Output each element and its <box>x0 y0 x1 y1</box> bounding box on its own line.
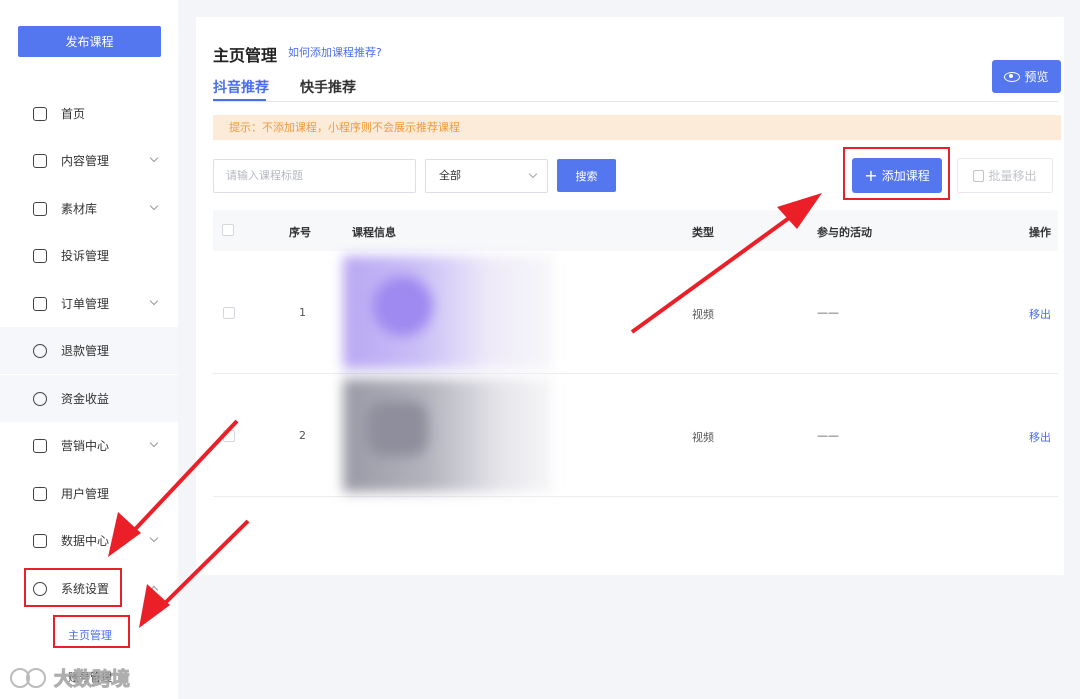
sidebar-item-label: 首页 <box>61 107 86 121</box>
chevron-down-icon <box>149 296 159 306</box>
chevron-down-icon <box>149 438 159 448</box>
marketing-icon <box>33 438 47 453</box>
search-button[interactable]: 搜索 <box>557 159 616 192</box>
column-header: 课程信息 <box>352 226 396 239</box>
sidebar-item-marketing[interactable]: 营销中心 <box>0 422 178 469</box>
batch-remove-button[interactable]: 批量移出 <box>957 158 1053 193</box>
table-row: 2 视频 —— 移出 <box>213 374 1058 497</box>
sidebar-item-complaints[interactable]: 投诉管理 <box>0 232 178 279</box>
sidebar-item-refunds[interactable]: 退款管理 <box>0 327 178 374</box>
money-bag-icon <box>33 391 47 406</box>
help-link[interactable]: 如何添加课程推荐? <box>288 44 382 60</box>
publish-course-button[interactable]: 发布课程 <box>18 26 161 57</box>
row-checkbox[interactable] <box>223 307 235 319</box>
batch-icon <box>973 169 985 182</box>
annotation-box-add-course <box>843 147 950 200</box>
eye-icon <box>1004 71 1021 82</box>
page-title: 主页管理 <box>213 46 278 65</box>
refund-icon <box>33 343 47 358</box>
watermark-text: 大数跨境 <box>53 668 131 691</box>
course-thumbnail <box>343 379 553 492</box>
watermark: 大数跨境 <box>8 664 131 691</box>
sidebar-item-label: 资金收益 <box>61 392 110 406</box>
annotation-box-settings <box>24 568 122 607</box>
row-index: 1 <box>299 306 306 319</box>
watermark-logo-icon <box>10 667 46 688</box>
sidebar-item-orders[interactable]: 订单管理 <box>0 280 178 327</box>
tab-kuaishou[interactable]: 快手推荐 <box>300 77 356 97</box>
column-header: 操作 <box>1029 226 1051 239</box>
tip-banner: 提示：不添加课程，小程序则不会展示推荐课程 <box>213 115 1061 140</box>
search-input[interactable]: 请输入课程标题 <box>213 159 416 193</box>
column-header: 序号 <box>289 226 311 239</box>
sidebar-item-content[interactable]: 内容管理 <box>0 137 178 184</box>
chevron-down-icon <box>149 201 159 211</box>
sidebar-item-label: 订单管理 <box>61 297 110 311</box>
chevron-down-icon <box>149 153 159 163</box>
column-header: 参与的活动 <box>817 226 872 239</box>
annotation-box-homepage <box>53 615 130 648</box>
row-activity: —— <box>817 429 839 442</box>
folder-icon <box>33 201 47 216</box>
batch-remove-label: 批量移出 <box>988 169 1037 183</box>
sidebar-item-revenue[interactable]: 资金收益 <box>0 375 178 422</box>
type-select-value: 全部 <box>439 169 461 182</box>
row-activity: —— <box>817 306 839 319</box>
sidebar-item-materials[interactable]: 素材库 <box>0 185 178 232</box>
type-select[interactable]: 全部 <box>425 159 548 193</box>
tab-divider <box>213 101 1058 102</box>
complaint-icon <box>33 248 47 263</box>
sidebar-item-label: 数据中心 <box>61 534 110 548</box>
preview-button[interactable]: 预览 <box>992 60 1061 93</box>
chevron-up-icon <box>149 585 159 595</box>
sidebar-item-label: 营销中心 <box>61 439 110 453</box>
home-icon <box>33 106 47 121</box>
tab-douyin[interactable]: 抖音推荐 <box>213 77 269 97</box>
sidebar-item-users[interactable]: 用户管理 <box>0 470 178 517</box>
preview-label: 预览 <box>1024 70 1049 84</box>
sidebar-item-data[interactable]: 数据中心 <box>0 517 178 564</box>
sidebar-item-home[interactable]: 首页 <box>0 90 178 137</box>
sidebar-item-label: 内容管理 <box>61 154 110 168</box>
sidebar-item-label: 退款管理 <box>61 344 110 358</box>
user-icon <box>33 486 47 501</box>
course-thumbnail <box>343 256 553 369</box>
row-checkbox[interactable] <box>223 430 235 442</box>
sidebar-item-label: 用户管理 <box>61 487 110 501</box>
sidebar-item-label: 投诉管理 <box>61 249 110 263</box>
content-icon <box>33 153 47 168</box>
row-type: 视频 <box>692 308 714 321</box>
table-row: 1 视频 —— 移出 <box>213 251 1058 374</box>
select-all-checkbox[interactable] <box>222 224 234 236</box>
remove-link[interactable]: 移出 <box>1029 306 1051 322</box>
chevron-down-icon <box>528 169 538 179</box>
main-panel: 主页管理 如何添加课程推荐? 预览 抖音推荐 快手推荐 提示：不添加课程，小程序… <box>196 17 1064 575</box>
chart-icon <box>33 533 47 548</box>
column-header: 类型 <box>692 226 714 239</box>
row-index: 2 <box>299 429 306 442</box>
order-icon <box>33 296 47 311</box>
table-header: 序号 课程信息 类型 参与的活动 操作 <box>213 210 1058 251</box>
row-type: 视频 <box>692 431 714 444</box>
sidebar-item-label: 素材库 <box>61 202 98 216</box>
chevron-down-icon <box>149 533 159 543</box>
remove-link[interactable]: 移出 <box>1029 429 1051 445</box>
